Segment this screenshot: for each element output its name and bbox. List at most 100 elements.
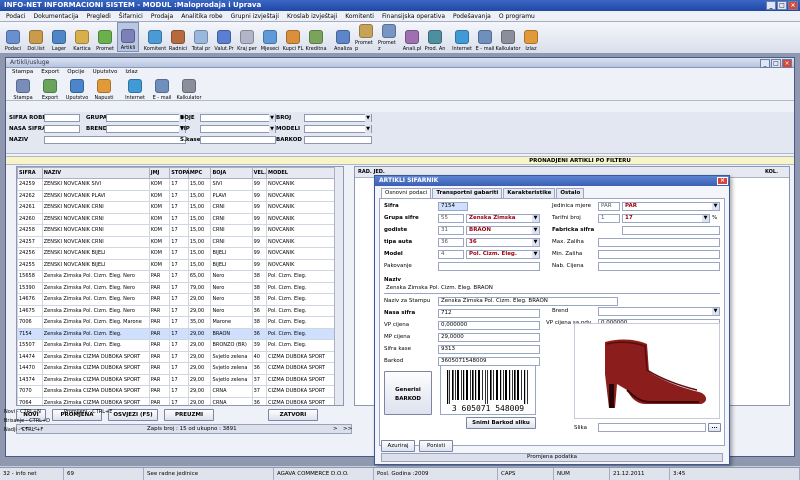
toolbar-button[interactable]: Radnici [167, 22, 189, 52]
table-row[interactable]: 24260 ZENSKI NOVCANIK CRNI KOM 17 15,00 CRNI 9… [17, 212, 335, 225]
child-menu-item[interactable]: Opcije [67, 68, 84, 77]
menu-item[interactable]: Prodaja [151, 11, 173, 21]
nasa-field[interactable]: 712 [438, 309, 540, 318]
minz-field[interactable] [598, 250, 720, 259]
child-maximize-button[interactable]: □ [771, 59, 781, 68]
tarifni-select[interactable]: 17 [622, 214, 710, 223]
menu-item[interactable]: Komitenti [345, 11, 374, 21]
modeli-select[interactable] [304, 125, 372, 133]
menu-item[interactable]: Analitika robe [181, 11, 222, 21]
fabricka-field[interactable] [622, 226, 720, 235]
table-row[interactable]: 24257 ZENSKI NOVCANIK CRNI KOM 17 15,00 CRNI 9… [17, 235, 335, 248]
toolbar-button[interactable]: Lager [48, 22, 70, 52]
menu-item[interactable]: Finansijska operativa [382, 11, 445, 21]
table-row[interactable]: 15658 Zenska Zimska Pol. Cizm. Eleg. Nero… [17, 270, 335, 283]
child-toolbar-button[interactable]: Export [37, 77, 63, 101]
toolbar-button[interactable]: Kartica [71, 22, 93, 52]
articles-grid[interactable]: SIFRA NAZIV JMJ STOPA MPC BOJA VEL. MODEL 24259 Z… [16, 166, 344, 406]
table-row[interactable]: 14474 Zenska Zimska CIZMA DUBOKA SPORT PAR… [17, 350, 335, 363]
close-button[interactable]: × [788, 1, 798, 10]
toolbar-button[interactable]: Kupci FL [282, 22, 304, 52]
child-close-button[interactable]: × [782, 59, 792, 68]
dialog-tab[interactable]: Karakteristike [503, 188, 556, 198]
table-row[interactable]: 15507 Zenska Zimska Pol. Cizm. Eleg. PAR 17… [17, 339, 335, 352]
maxz-field[interactable] [598, 238, 720, 247]
boje-select[interactable] [200, 114, 276, 122]
skase-field[interactable]: 9313 [438, 345, 540, 354]
grid-column-header[interactable]: SIFRA [17, 167, 43, 179]
grid-scrollbar[interactable] [334, 167, 343, 405]
toolbar-button[interactable]: Prod. An [424, 22, 446, 52]
table-row[interactable]: 14374 Zenska Zimska CIZMA DUBOKA SPORT PAR… [17, 373, 335, 386]
jm-select[interactable]: PAR [622, 202, 720, 211]
toolbar-button[interactable]: Kraj per [236, 22, 258, 52]
barkod-input[interactable] [304, 136, 372, 144]
grid-column-header[interactable]: JMJ [148, 167, 171, 179]
toolbar-button[interactable]: Artikli [117, 22, 139, 52]
jm-code[interactable]: PAR [598, 202, 620, 211]
minimize-button[interactable]: _ [766, 1, 776, 10]
menu-item[interactable]: Grupni izvještaji [231, 11, 279, 21]
table-row[interactable]: 24259 ZENSKI NOVCANIK SIVI KOM 17 15,00 SIVI 9… [17, 178, 335, 191]
table-row[interactable]: 24261 ZENSKI NOVCANIK CRNI KOM 17 15,00 CRNI 9… [17, 201, 335, 214]
grid-column-header[interactable]: MODEL [266, 167, 335, 179]
toolbar-button[interactable]: Dol.list [25, 22, 47, 52]
table-row[interactable]: 7154 Zenska Zimska Pol. Cizm. Eleg. PAR 17 2… [17, 327, 335, 340]
sifra-robe-input[interactable] [44, 114, 80, 122]
tipauta-select[interactable]: 36 [466, 238, 540, 247]
brend-select[interactable] [106, 125, 186, 133]
toolbar-button[interactable]: Mjeseci [259, 22, 281, 52]
slika-field[interactable] [598, 423, 706, 432]
snimi-barkod-button[interactable]: Snimi Barkod sliku [466, 417, 536, 429]
table-row[interactable]: 14676 Zenska Zimska Pol. Cizm. Eleg. Nero… [17, 293, 335, 306]
dialog-tab[interactable]: Osnovni podaci [381, 188, 432, 198]
toolbar-button[interactable]: Promet p [355, 22, 377, 52]
child-toolbar-button[interactable]: Stampa [10, 77, 36, 101]
toolbar-button[interactable]: Izlaz [520, 22, 542, 52]
table-row[interactable]: 7006 Zenska Zimska Pol. Cizm. Eleg. Maron… [17, 316, 335, 329]
grid-column-header[interactable]: NAZIV [41, 167, 150, 179]
child-menu-item[interactable]: Stampa [12, 68, 33, 77]
menu-item[interactable]: Kroslab izvještaji [287, 11, 337, 21]
grupa-code[interactable]: 55 [438, 214, 464, 223]
menu-item[interactable]: O programu [499, 11, 535, 21]
toolbar-button[interactable]: Komitent [144, 22, 166, 52]
table-row[interactable]: 14470 Zenska Zimska CIZMA DUBOKA SPORT PAR… [17, 362, 335, 375]
ponisti-button[interactable]: Ponisti [419, 440, 453, 452]
toolbar-button[interactable]: Kreditna [305, 22, 327, 52]
table-row[interactable]: 7070 Zenska Zimska CIZMA DUBOKA SPORT PAR 1… [17, 385, 335, 398]
toolbar-button[interactable]: Kalkulator [495, 22, 521, 52]
naziv-field[interactable]: Zenska Zimska Pol. Cizm. Eleg. BRAON [384, 285, 720, 294]
menu-item[interactable]: Podešavanja [453, 11, 491, 21]
child-toolbar-button[interactable]: Napusti [91, 77, 117, 101]
naziv-input[interactable] [44, 136, 186, 144]
tarifni-code[interactable]: 1 [598, 214, 620, 223]
dialog-close-button[interactable]: × [717, 177, 728, 185]
table-row[interactable]: 24256 ZENSKI NOVCANIK BIJELI KOM 17 15,00 BIJ… [17, 247, 335, 260]
child-toolbar-button[interactable]: Internet [122, 77, 148, 101]
tip-select[interactable] [200, 125, 276, 133]
child-menu-item[interactable]: Export [41, 68, 59, 77]
nasa-sifra-input[interactable] [44, 125, 80, 133]
menu-item[interactable]: Podaci [6, 11, 26, 21]
skase-input[interactable] [200, 136, 276, 144]
vp-field[interactable]: 0,000000 [438, 321, 540, 330]
toolbar-button[interactable]: Total pr [190, 22, 212, 52]
grupa-select[interactable] [106, 114, 186, 122]
grid-column-header[interactable]: MPC [187, 167, 212, 179]
toolbar-button[interactable]: Promet [94, 22, 116, 52]
broj-select[interactable] [304, 114, 372, 122]
godiste-select[interactable]: BRAON [466, 226, 540, 235]
godiste-code[interactable]: 31 [438, 226, 464, 235]
table-row[interactable]: 24258 ZENSKI NOVCANIK CRNI KOM 17 15,00 CRNI 9… [17, 224, 335, 237]
mp-field[interactable]: 29,0000 [438, 333, 540, 342]
toolbar-button[interactable]: Internet [451, 22, 473, 52]
child-menu-item[interactable]: Izlaz [125, 68, 137, 77]
nav-next-button[interactable]: > [333, 425, 338, 433]
toolbar-button[interactable]: Valut.Pr [213, 22, 235, 52]
child-toolbar-button[interactable]: E - mail [149, 77, 175, 101]
grid-column-header[interactable]: VEL. [251, 167, 268, 179]
table-row[interactable]: 15390 Zenska Zimska Pol. Cizm. Eleg. Nero… [17, 281, 335, 294]
menu-item[interactable]: Pregledi [87, 11, 111, 21]
brend-select[interactable] [598, 307, 720, 316]
